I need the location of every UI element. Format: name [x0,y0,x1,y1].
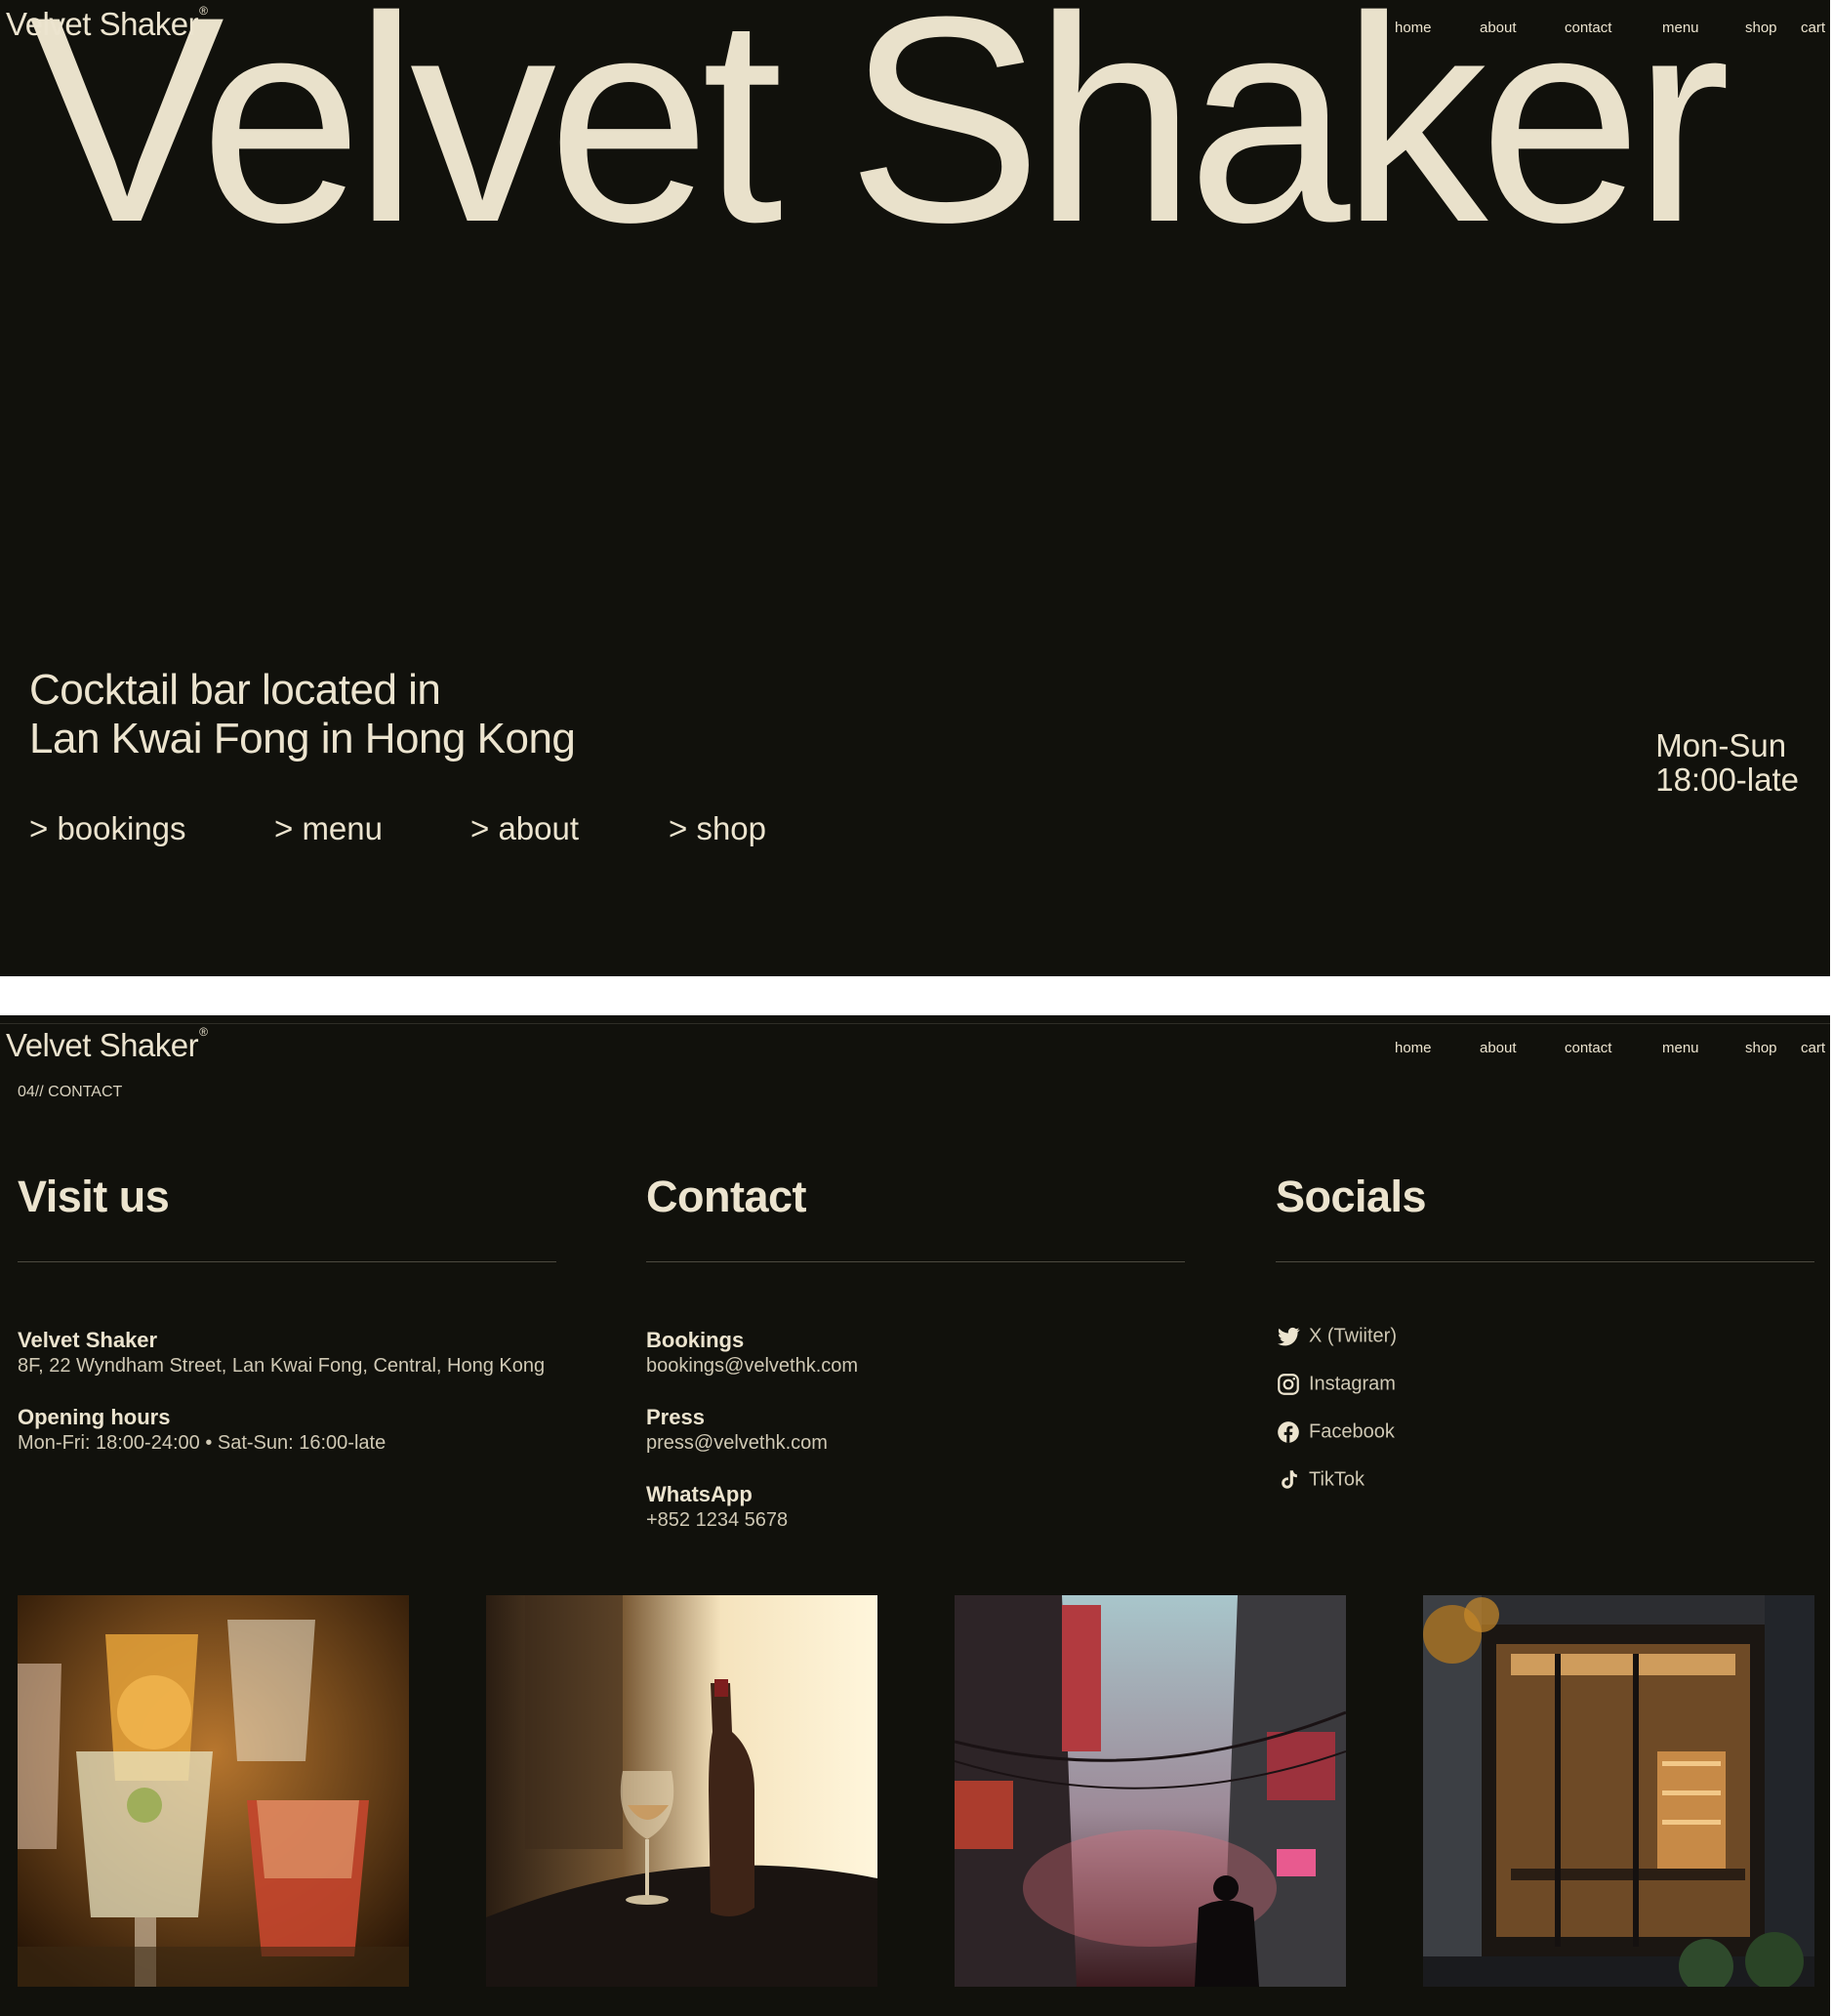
nav-shop[interactable]: shop [1745,20,1777,36]
hours-days: Mon-Sun [1655,727,1787,763]
nav-menu[interactable]: menu [1662,1040,1699,1056]
nav-about[interactable]: about [1480,1040,1517,1056]
link-bookings[interactable]: > bookings [29,810,186,847]
social-link-x[interactable]: X (Twiiter) [1276,1324,1397,1349]
socials-column: Socials X (Twiiter) Instagram Facebook T… [1276,1172,1814,1491]
socials-divider [1276,1261,1814,1262]
contact-column: Contact Bookings bookings@velvethk.com P… [646,1172,1185,1531]
photo-street [955,1595,1346,1987]
nav-shop[interactable]: shop [1745,1040,1777,1056]
hours-entry: Opening hours Mon-Fri: 18:00-24:00 • Sat… [18,1405,386,1456]
opening-hours-value: Mon-Fri: 18:00-24:00 • Sat-Sun: 16:00-la… [18,1432,387,1454]
whatsapp-entry: WhatsApp +852 1234 5678 [646,1482,788,1533]
bar-exterior-image [1423,1595,1814,1987]
hero-tagline: Cocktail bar located in Lan Kwai Fong in… [29,666,576,763]
tagline-line-2: Lan Kwai Fong in Hong Kong [29,715,576,762]
press-label: Press [646,1405,705,1429]
tagline-line-1: Cocktail bar located in [29,666,441,714]
nav-cart[interactable]: cart [1801,1040,1825,1056]
social-label-instagram: Instagram [1309,1373,1396,1395]
social-label-tiktok: TikTok [1309,1468,1365,1491]
section-label: 04// CONTACT [18,1084,123,1100]
street-image [955,1595,1346,1987]
visit-column: Visit us Velvet Shaker 8F, 22 Wyndham St… [18,1172,556,1454]
nav-about[interactable]: about [1480,20,1517,36]
opening-hours-label: Opening hours [18,1405,171,1429]
nav-home[interactable]: home [1395,20,1432,36]
nav-cart[interactable]: cart [1801,20,1825,36]
social-label-facebook: Facebook [1309,1420,1395,1443]
venue-name: Velvet Shaker [18,1328,158,1352]
contact-section: Velvet Shaker® home about contact menu s… [0,1015,1830,2016]
link-shop[interactable]: > shop [669,810,766,847]
visit-heading: Visit us [18,1172,170,1221]
nav-home[interactable]: home [1395,1040,1432,1056]
photo-wine-bottle [486,1595,877,1987]
whatsapp-number-link[interactable]: +852 1234 5678 [646,1507,788,1533]
bookings-email-link[interactable]: bookings@velvethk.com [646,1353,858,1378]
social-label-x: X (Twiiter) [1309,1325,1397,1347]
bookings-entry: Bookings bookings@velvethk.com [646,1328,858,1378]
tiktok-icon [1282,1470,1297,1489]
nav-contact[interactable]: contact [1565,1040,1611,1056]
photo-cocktails [18,1595,409,1987]
hero-section: Velvet Shaker Velvet Shaker® home about … [0,0,1830,976]
whatsapp-label: WhatsApp [646,1482,753,1506]
wine-bottle-image [486,1595,877,1987]
social-link-tiktok[interactable]: TikTok [1276,1467,1365,1493]
cocktails-image [18,1595,409,1987]
visit-divider [18,1261,556,1262]
top-nav: home about contact menu shop cart [0,1020,1830,1079]
top-nav: home about contact menu shop cart [0,0,1830,59]
socials-heading: Socials [1276,1172,1427,1221]
instagram-icon [1278,1374,1299,1395]
press-email-link[interactable]: press@velvethk.com [646,1430,828,1456]
venue-entry: Velvet Shaker 8F, 22 Wyndham Street, Lan… [18,1328,545,1378]
venue-address: 8F, 22 Wyndham Street, Lan Kwai Fong, Ce… [18,1355,546,1377]
link-about[interactable]: > about [470,810,579,847]
contact-heading: Contact [646,1172,807,1221]
social-link-instagram[interactable]: Instagram [1276,1372,1396,1397]
contact-divider [646,1261,1185,1262]
bookings-label: Bookings [646,1328,745,1352]
social-link-facebook[interactable]: Facebook [1276,1419,1395,1445]
twitter-icon [1278,1327,1300,1346]
press-entry: Press press@velvethk.com [646,1405,828,1456]
photo-bar-exterior [1423,1595,1814,1987]
hours-time: 18:00-late [1655,761,1799,798]
hero-hours: Mon-Sun 18:00-late [1655,728,1799,797]
nav-menu[interactable]: menu [1662,20,1699,36]
facebook-icon [1278,1421,1299,1443]
nav-contact[interactable]: contact [1565,20,1611,36]
link-menu[interactable]: > menu [274,810,383,847]
